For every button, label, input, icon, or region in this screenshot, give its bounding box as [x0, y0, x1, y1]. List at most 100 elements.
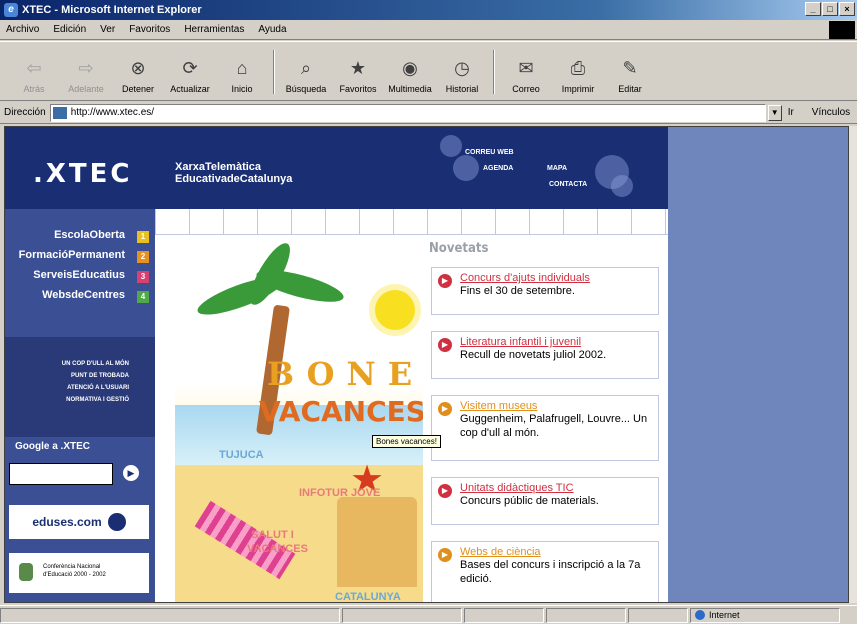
browser-viewport: .XTEC XarxaTelemàtica EducativadeCatalun… [4, 126, 849, 603]
minimize-button[interactable]: _ [805, 2, 821, 16]
eduses-banner[interactable]: eduses.com [9, 505, 149, 539]
google-search-input[interactable] [9, 463, 113, 485]
print-button[interactable]: ⎙ Imprimir [552, 57, 604, 95]
news-desc: Concurs públic de materials. [460, 495, 599, 507]
news-desc: Recull de novetats juliol 2002. [460, 349, 607, 361]
conference-banner[interactable]: Conferència Nacional d'Educació 2000 - 2… [9, 553, 149, 593]
contacta-link[interactable]: CONTACTA [549, 181, 587, 188]
menu-edicion[interactable]: Edición [53, 24, 86, 35]
history-button[interactable]: ◷ Historial [436, 57, 488, 95]
home-button[interactable]: ⌂ Inicio [216, 57, 268, 95]
security-zone: Internet [690, 607, 840, 623]
nav-serveis-educatius[interactable]: ServeisEducatius 3 [5, 269, 155, 285]
windows-logo-icon [829, 21, 855, 39]
nav-escola-oberta[interactable]: EscolaOberta 1 [5, 229, 155, 245]
links-button[interactable]: Vínculos [812, 107, 850, 118]
multimedia-button[interactable]: ◉ Multimedia [384, 57, 436, 95]
news-item[interactable]: ▶ Concurs d'ajuts individuals Fins el 30… [431, 267, 659, 315]
maximize-button[interactable]: □ [822, 2, 838, 16]
mapa-link[interactable]: MAPA [547, 165, 567, 172]
nav-formacio-permanent[interactable]: FormacióPermanent 2 [5, 249, 155, 265]
menu-herramientas[interactable]: Herramientas [184, 24, 244, 35]
nav-webs-de-centres[interactable]: WebsdeCentres 4 [5, 289, 155, 305]
news-arrow-icon: ▶ [438, 402, 452, 416]
window-controls: _ □ × [805, 2, 855, 16]
conference-logo-icon [19, 563, 33, 581]
menu-ver[interactable]: Ver [100, 24, 115, 35]
menu-favoritos[interactable]: Favoritos [129, 24, 170, 35]
banner-label-tujuca[interactable]: TUJUCA [219, 449, 264, 461]
sublink-punt-trobada[interactable]: PUNT DE TROBADA [71, 373, 129, 379]
multimedia-icon: ◉ [402, 57, 418, 78]
vacances-text: VACANCES! [259, 395, 439, 428]
google-search-button[interactable]: ▶ [123, 465, 139, 481]
sun-icon [375, 290, 415, 330]
refresh-button[interactable]: ⟳ Actualizar [164, 57, 216, 95]
banner-label-salut[interactable]: SALUT I [251, 529, 294, 541]
edit-icon: ✎ [622, 57, 638, 78]
news-title[interactable]: Unitats didàctiques TIC [460, 482, 654, 494]
status-bar: Internet [0, 605, 857, 624]
forward-button[interactable]: ⇨ Adelante [60, 57, 112, 95]
news-item[interactable]: ▶ Unitats didàctiques TIC Concurs públic… [431, 477, 659, 525]
status-pane [342, 607, 462, 623]
stop-icon: ⊗ [130, 57, 146, 78]
xtec-logo[interactable]: .XTEC [33, 159, 133, 189]
nav-number-badge: 3 [137, 271, 149, 283]
news-title[interactable]: Concurs d'ajuts individuals [460, 272, 654, 284]
menu-ayuda[interactable]: Ayuda [258, 24, 286, 35]
news-item[interactable]: ▶ Webs de ciència Bases del concurs i in… [431, 541, 659, 602]
menu-archivo[interactable]: Archivo [6, 24, 39, 35]
agenda-link[interactable]: AGENDA [483, 165, 513, 172]
xtec-subtitle: XarxaTelemàtica EducativadeCatalunya [175, 161, 293, 185]
status-pane [628, 607, 688, 623]
news-desc: Guggenheim, Palafrugell, Louvre... Un co… [460, 413, 648, 439]
correu-web-link[interactable]: CORREU WEB [465, 149, 514, 156]
news-title[interactable]: Visitem museus [460, 400, 654, 412]
sublink-atencio-usuari[interactable]: ATENCIÓ A L'USUARI [67, 385, 129, 391]
history-icon: ◷ [454, 57, 470, 78]
address-bar: Dirección http://www.xtec.es/ ▼ Ir Víncu… [0, 102, 857, 124]
news-arrow-icon: ▶ [438, 274, 452, 288]
status-pane [464, 607, 544, 623]
refresh-icon: ⟳ [182, 57, 198, 78]
status-text-pane [0, 607, 340, 623]
news-panel: Novetats ▶ Concurs d'ajuts individuals F… [423, 235, 668, 602]
back-button[interactable]: ⇦ Atrás [8, 57, 60, 95]
search-button[interactable]: ⌕ Búsqueda [280, 57, 332, 95]
search-icon: ⌕ [300, 57, 312, 78]
go-button[interactable]: Ir [788, 107, 794, 118]
header-bubble [611, 175, 633, 197]
internet-globe-icon [695, 610, 705, 620]
banner-label-infotur[interactable]: INFOTUR JOVE [299, 487, 380, 499]
sublink-normativa[interactable]: NORMATIVA I GESTIÓ [66, 397, 129, 403]
news-title[interactable]: Webs de ciència [460, 546, 654, 558]
news-item[interactable]: ▶ Literatura infantil i juvenil Recull d… [431, 331, 659, 379]
close-button[interactable]: × [839, 2, 855, 16]
mail-icon: ✉ [518, 57, 534, 78]
mail-button[interactable]: ✉ Correo [500, 57, 552, 95]
site-header: .XTEC XarxaTelemàtica EducativadeCatalun… [5, 127, 668, 209]
banner-label-vacances[interactable]: VACANCES [247, 543, 308, 555]
banner-label-catalunya[interactable]: CATALUNYA [335, 591, 401, 602]
vertical-scrollbar[interactable] [849, 126, 857, 603]
header-bubble [440, 135, 462, 157]
address-dropdown-button[interactable]: ▼ [767, 104, 782, 121]
stop-button[interactable]: ⊗ Detener [112, 57, 164, 95]
home-icon: ⌂ [236, 57, 248, 78]
news-arrow-icon: ▶ [438, 338, 452, 352]
news-heading: Novetats [429, 241, 489, 256]
favorites-button[interactable]: ★ Favoritos [332, 57, 384, 95]
address-input[interactable]: http://www.xtec.es/ [49, 103, 766, 122]
news-title[interactable]: Literatura infantil i juvenil [460, 336, 654, 348]
forward-arrow-icon: ⇨ [78, 57, 94, 78]
print-icon: ⎙ [570, 57, 586, 78]
edit-button[interactable]: ✎ Editar [604, 57, 656, 95]
eduses-logo-icon [107, 513, 126, 531]
grid-strip [155, 209, 668, 235]
sandcastle [337, 497, 417, 587]
news-item[interactable]: ▶ Visitem museus Guggenheim, Palafrugell… [431, 395, 659, 461]
bones-vacances-banner[interactable]: BONES VACANCES! ★ TUJUCA INFOTUR JOVE SA… [175, 235, 447, 602]
toolbar-separator [493, 50, 495, 94]
sublink-cop-dull[interactable]: UN COP D'ULL AL MÓN [62, 361, 129, 367]
